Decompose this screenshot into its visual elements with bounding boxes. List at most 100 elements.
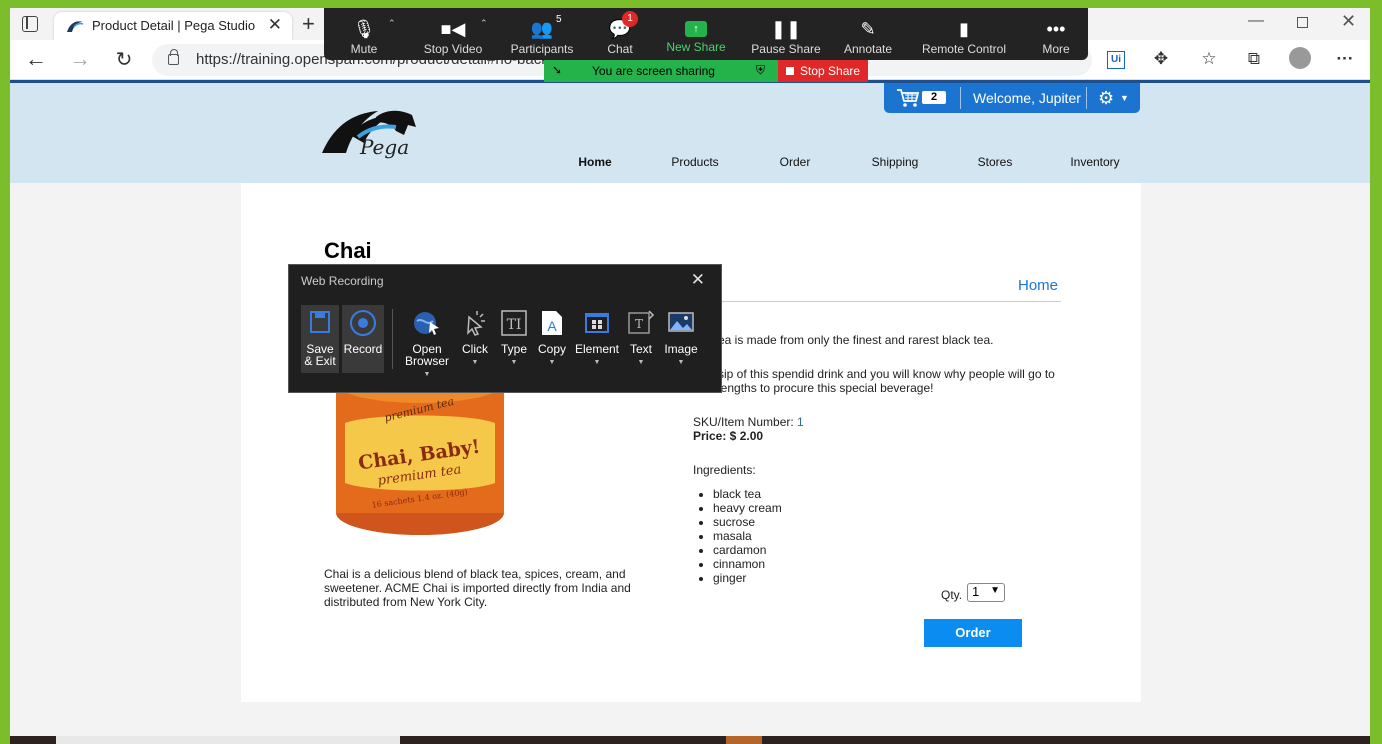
stop-video-label: Stop Video	[423, 42, 483, 56]
more-options-icon[interactable]: ···	[1334, 49, 1356, 69]
more-button[interactable]: ••• More	[1034, 8, 1078, 60]
pause-share-label: Pause Share	[751, 42, 821, 56]
site-header: Pega Home Products Order Shipping Stores…	[10, 83, 1370, 183]
chevron-up-icon[interactable]: ⌃	[480, 18, 488, 29]
click-cursor-icon	[467, 311, 485, 336]
collections-icon[interactable]: ⧉	[1243, 49, 1265, 69]
participants-label: Participants	[510, 42, 574, 56]
pen-icon: ✎	[860, 19, 876, 39]
ingredient-list: black tea heavy cream sucrose masala car…	[713, 487, 782, 585]
participant-count: 5	[556, 14, 562, 25]
more-dots-icon: •••	[1046, 19, 1066, 39]
save-exit-label: Save & Exit	[304, 342, 336, 368]
element-button[interactable]: Element ▼	[573, 305, 621, 369]
click-button[interactable]: Click ▼	[457, 305, 493, 369]
type-button[interactable]: TI Type ▼	[497, 305, 531, 369]
copy-label: Copy	[537, 342, 566, 356]
chevron-down-icon[interactable]: ▼	[661, 357, 701, 369]
image-button[interactable]: Image ▼	[661, 305, 701, 369]
chevron-down-icon[interactable]: ▼	[457, 357, 493, 369]
chevron-down-icon: ▼	[990, 585, 1000, 596]
tab-actions-icon[interactable]	[22, 16, 38, 32]
video-camera-icon: ■◀	[440, 19, 466, 39]
uipath-extension-icon[interactable]: Ui	[1107, 51, 1125, 69]
nav-stores[interactable]: Stores	[955, 155, 1035, 169]
tab-title: Product Detail | Pega Studio Trai	[92, 18, 258, 33]
nav-home[interactable]: Home	[555, 155, 635, 169]
new-share-button[interactable]: ↑ New Share	[664, 8, 728, 60]
sharing-banner[interactable]: ➘ You are screen sharing ⛨	[544, 60, 778, 82]
stop-icon	[786, 67, 794, 75]
extensions-icon[interactable]: ✥	[1150, 49, 1172, 69]
reload-icon[interactable]: ↻	[110, 47, 138, 72]
lock-icon[interactable]	[168, 49, 179, 65]
record-button[interactable]: Record	[342, 305, 384, 373]
save-exit-button[interactable]: Save & Exit	[301, 305, 339, 373]
price: Price: $ 2.00	[693, 429, 764, 443]
stop-share-button[interactable]: Stop Share	[778, 60, 868, 82]
text-button[interactable]: T Text ▼	[625, 305, 657, 369]
nav-inventory[interactable]: Inventory	[1055, 155, 1135, 169]
window-close-icon[interactable]: ✕	[1341, 11, 1356, 32]
svg-text:TI: TI	[507, 317, 522, 333]
gear-icon[interactable]: ⚙	[1098, 88, 1114, 109]
order-button[interactable]: Order	[924, 619, 1022, 647]
pause-share-button[interactable]: ❚❚ Pause Share	[748, 8, 824, 60]
element-icon	[585, 313, 609, 333]
forward-icon[interactable]: →	[66, 46, 94, 72]
new-tab-icon[interactable]: +	[302, 11, 315, 37]
list-item: cinnamon	[713, 557, 782, 571]
stop-video-button[interactable]: ■◀ Stop Video	[418, 8, 488, 60]
element-label: Element	[574, 342, 620, 356]
chevron-down-icon[interactable]: ▼	[535, 357, 569, 369]
taskbar-search[interactable]	[56, 736, 400, 744]
os-taskbar	[10, 736, 1370, 744]
favorites-icon[interactable]: ☆	[1198, 49, 1220, 69]
breadcrumb-home[interactable]: Home	[1018, 277, 1058, 294]
qty-select[interactable]: 1 ▼	[967, 583, 1005, 602]
remote-control-label: Remote Control	[921, 42, 1007, 56]
list-item: sucrose	[713, 515, 782, 529]
taskbar-app[interactable]	[726, 736, 762, 744]
copy-button[interactable]: A Copy ▼	[535, 305, 569, 369]
qty-value: 1	[972, 584, 980, 599]
tab-close-icon[interactable]: ✕	[268, 15, 282, 35]
nav-order[interactable]: Order	[755, 155, 835, 169]
nav-products[interactable]: Products	[655, 155, 735, 169]
welcome-text[interactable]: Welcome, Jupiter	[973, 90, 1081, 106]
type-label: Type	[500, 342, 527, 356]
remote-control-button[interactable]: ▮ Remote Control	[918, 8, 1010, 60]
chevron-down-icon[interactable]: ▼	[625, 357, 657, 369]
chevron-down-icon[interactable]: ▼	[401, 369, 453, 381]
participants-icon: 👥	[530, 19, 554, 39]
browser-tab[interactable]: Product Detail | Pega Studio Trai ✕	[54, 12, 292, 40]
profile-avatar-icon[interactable]	[1289, 47, 1311, 69]
chevron-up-icon[interactable]: ⌃	[388, 18, 396, 29]
sharing-text: You are screen sharing	[592, 64, 715, 78]
chevron-down-icon[interactable]: ▼	[1120, 93, 1129, 103]
cart-count-badge[interactable]: 2	[922, 91, 946, 104]
sku-row: SKU/Item Number: 1	[693, 415, 804, 429]
chevron-down-icon[interactable]: ▼	[497, 357, 531, 369]
pega-favicon-icon	[67, 21, 84, 32]
annotate-button[interactable]: ✎ Annotate	[838, 8, 898, 60]
cart-icon[interactable]	[896, 88, 920, 108]
pause-icon: ❚❚	[770, 19, 802, 39]
record-icon	[350, 310, 376, 336]
mouse-icon: ▮	[959, 19, 969, 39]
save-icon	[310, 311, 330, 333]
back-icon[interactable]: ←	[22, 46, 50, 72]
nav-shipping[interactable]: Shipping	[855, 155, 935, 169]
open-browser-button[interactable]: Open Browser ▼	[401, 305, 453, 381]
chat-button[interactable]: 💬 Chat	[594, 8, 646, 60]
chevron-down-icon[interactable]: ▼	[573, 357, 621, 369]
maximize-icon[interactable]	[1297, 17, 1308, 28]
ingredients-label: Ingredients:	[693, 463, 756, 477]
participants-button[interactable]: 👥 Participants	[508, 8, 576, 60]
close-icon[interactable]: ✕	[691, 270, 705, 290]
breadcrumb-divider	[701, 301, 1061, 302]
open-browser-label: Open Browser	[404, 342, 449, 368]
mute-button[interactable]: 🎙 Mute	[336, 8, 392, 60]
minimize-icon[interactable]: —	[1248, 12, 1264, 30]
list-item: masala	[713, 529, 782, 543]
